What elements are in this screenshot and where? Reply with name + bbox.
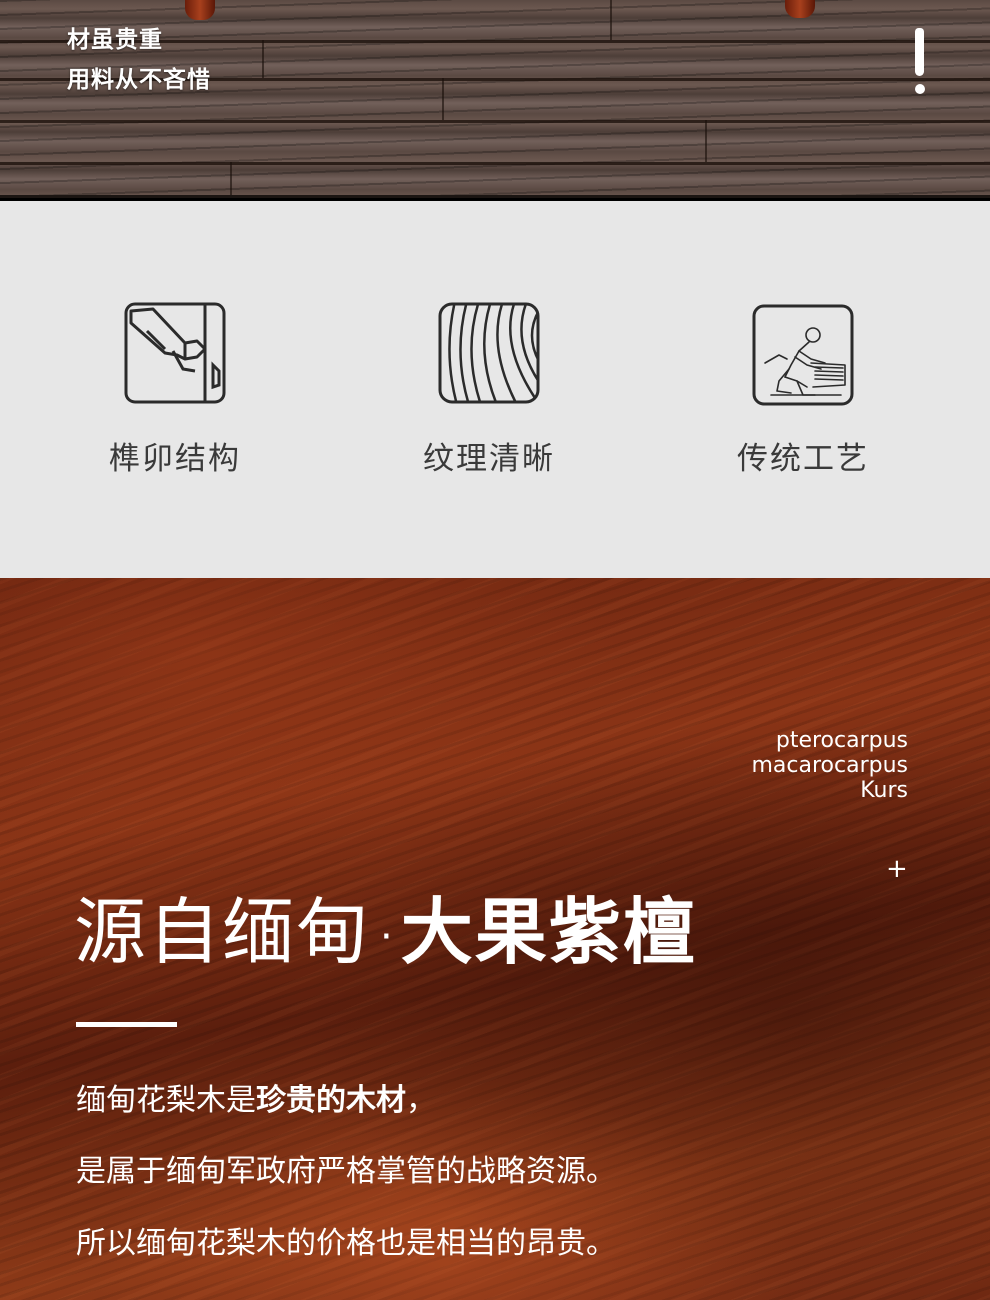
plank-seam	[610, 0, 612, 40]
furniture-leg-left	[185, 0, 215, 20]
description-line-3: 所以缅甸花梨木的价格也是相当的昂贵。	[76, 1226, 616, 1261]
latin-species-name: pterocarpus macarocarpus Kurs	[751, 728, 908, 803]
banner-line-2: 用料从不吝惜	[67, 67, 211, 93]
desc-emphasis: 珍贵的木材	[256, 1083, 406, 1118]
wood-floor-banner: 材虽贵重 用料从不吝惜	[0, 0, 990, 198]
latin-line: Kurs	[860, 778, 908, 803]
feature-craftsmanship: 传统工艺	[703, 301, 903, 478]
feature-wood-grain: 纹理清晰	[389, 301, 589, 478]
description-line-1: 缅甸花梨木是珍贵的木材，	[76, 1075, 436, 1119]
title-origin: 源自缅甸	[74, 890, 371, 974]
plank-seam	[230, 162, 232, 198]
latin-line: macarocarpus	[751, 753, 908, 778]
plank-line	[0, 162, 990, 165]
plus-icon: +	[886, 854, 908, 884]
plank-line	[0, 120, 990, 123]
section-title: 源自缅甸 · 大果紫檀	[74, 890, 697, 979]
plank-seam	[705, 120, 707, 162]
feature-label: 传统工艺	[737, 441, 869, 477]
feature-label: 纹理清晰	[423, 441, 555, 477]
desc-text: 缅甸花梨木是	[76, 1083, 256, 1118]
craftsman-icon	[752, 304, 854, 406]
title-underline	[76, 1022, 177, 1027]
wood-texture-section: pterocarpus macarocarpus Kurs + 源自缅甸 · 大果紫…	[0, 578, 990, 1300]
furniture-leg-right	[785, 0, 815, 18]
feature-label: 榫卯结构	[109, 441, 241, 477]
mortise-tenon-icon	[124, 302, 226, 404]
latin-line: pterocarpus	[775, 728, 908, 753]
description-line-2: 是属于缅甸军政府严格掌管的战略资源。	[76, 1154, 616, 1189]
plank-seam	[262, 40, 264, 78]
section-divider	[0, 195, 990, 198]
feature-mortise-tenon: 榫卯结构	[75, 301, 275, 478]
wood-grain-icon	[438, 302, 540, 404]
plank-seam	[442, 78, 444, 120]
exclamation-icon	[912, 28, 926, 98]
desc-text: ，	[406, 1083, 436, 1118]
features-section: 榫卯结构 纹理清晰 传统工艺	[0, 201, 990, 578]
title-separator: ·	[380, 914, 393, 961]
page: 材虽贵重 用料从不吝惜 榫卯结构 纹理清晰 传统工艺 pterocarpus m…	[0, 0, 990, 1300]
title-wood-type: 大果紫檀	[400, 890, 697, 974]
banner-line-1: 材虽贵重	[67, 27, 163, 53]
